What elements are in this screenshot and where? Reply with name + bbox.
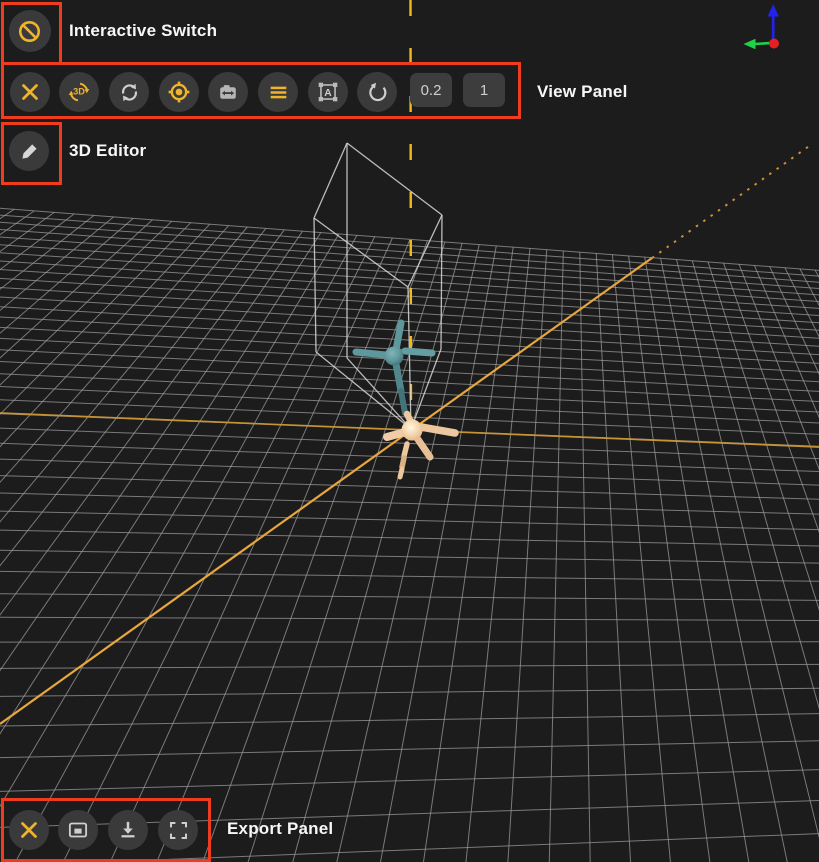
- export-close-button[interactable]: [9, 810, 49, 850]
- rotate-3d-badge: 3D: [73, 87, 85, 97]
- editor-label: 3D Editor: [69, 141, 146, 161]
- download-icon: [115, 817, 141, 843]
- select-letter: A: [324, 88, 332, 99]
- close-icon: [18, 80, 42, 104]
- close-icon: [17, 818, 41, 842]
- editor-pencil-button[interactable]: [9, 131, 49, 171]
- sync-icon: [117, 80, 142, 105]
- download-button[interactable]: [108, 810, 148, 850]
- orientation-gizmo: [735, 0, 799, 64]
- fullscreen-button[interactable]: [158, 810, 198, 850]
- snapshot-icon: [65, 817, 91, 843]
- y-axis-arrow-icon: [744, 39, 772, 49]
- view-close-button[interactable]: [10, 72, 50, 112]
- pencil-icon: [17, 139, 42, 164]
- 3d-viewport[interactable]: [0, 0, 819, 862]
- speed-value-field[interactable]: 1: [463, 73, 505, 107]
- rotate-ccw-button[interactable]: [357, 72, 397, 112]
- interactive-switch-label: Interactive Switch: [69, 21, 217, 41]
- rotate-3d-button[interactable]: 3D: [59, 72, 99, 112]
- camera-pan-icon: [215, 79, 241, 105]
- export-panel-label: Export Panel: [227, 819, 333, 839]
- menu-button[interactable]: [258, 72, 298, 112]
- peach-body-sphere: [402, 420, 423, 441]
- density-value-field[interactable]: 0.2: [410, 73, 452, 107]
- fullscreen-icon: [166, 818, 191, 843]
- app-window: Interactive Switch 3D: [0, 0, 819, 862]
- menu-icon: [266, 80, 291, 105]
- target-icon: [166, 79, 192, 105]
- rotate-3d-icon: 3D: [66, 79, 92, 105]
- sync-view-button[interactable]: [109, 72, 149, 112]
- focus-target-button[interactable]: [159, 72, 199, 112]
- z-axis-arrow-icon: [768, 4, 779, 41]
- x-axis-origin-dot-icon: [769, 39, 779, 49]
- select-text-button[interactable]: A: [308, 72, 348, 112]
- teal-body-sphere: [385, 347, 404, 366]
- select-text-icon: A: [315, 79, 341, 105]
- view-panel-label: View Panel: [537, 82, 628, 102]
- ban-icon: [16, 18, 43, 45]
- camera-pan-button[interactable]: [208, 72, 248, 112]
- interactive-switch-button[interactable]: [9, 10, 51, 52]
- rotate-ccw-icon: [365, 80, 390, 105]
- snapshot-button[interactable]: [58, 810, 98, 850]
